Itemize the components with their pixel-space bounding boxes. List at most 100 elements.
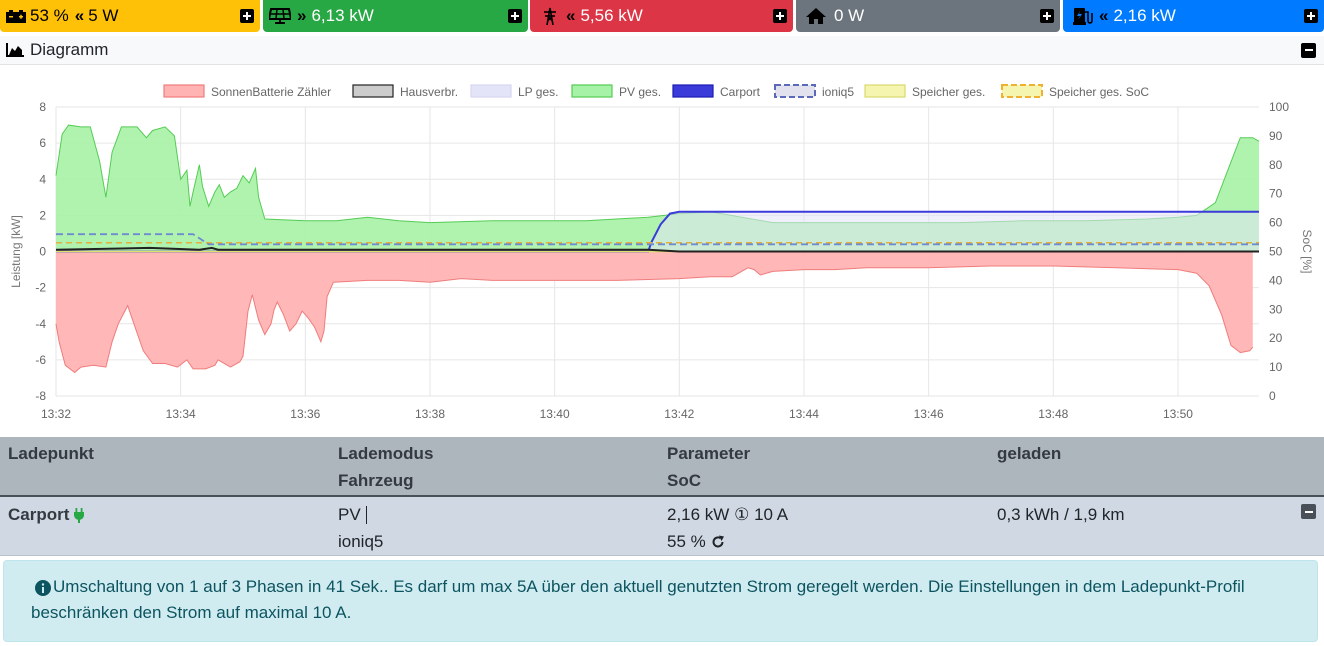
grid-power: 5,56 kW (580, 6, 643, 25)
legend-label: Carport (720, 85, 761, 99)
power-chart-svg: 86420-2-4-6-8100908070605040302010013:32… (9, 84, 1314, 421)
legend-label: SonnenBatterie Zähler (211, 85, 331, 99)
home-icon (806, 7, 826, 25)
refresh-icon[interactable] (711, 535, 725, 549)
x-tick-label: 13:32 (41, 407, 71, 421)
legend-label: LP ges. (518, 85, 558, 99)
y2-tick-label: 100 (1269, 100, 1289, 114)
y-tick-label: 0 (39, 245, 46, 259)
x-tick-label: 13:40 (540, 407, 570, 421)
pv-tile[interactable]: » 6,13 kW (263, 0, 528, 32)
chargepoint-power: 2,16 kW (1113, 6, 1176, 25)
legend-swatch (470, 84, 512, 98)
x-tick-label: 13:44 (789, 407, 819, 421)
y2-tick-label: 40 (1269, 273, 1283, 287)
y2-tick-label: 70 (1269, 187, 1283, 201)
x-tick-label: 13:50 (1163, 407, 1193, 421)
y2-tick-label: 90 (1269, 129, 1283, 143)
legend-swatch (672, 84, 714, 98)
legend-swatch (864, 84, 906, 98)
y-tick-label: 4 (39, 172, 46, 186)
info-circle-icon (35, 580, 51, 596)
x-tick-label: 13:42 (664, 407, 694, 421)
y-tick-label: -2 (35, 281, 46, 295)
battery-icon (6, 9, 26, 23)
mode-cell[interactable]: PV (338, 505, 367, 525)
legend-swatch (571, 84, 613, 98)
expand-plus-icon[interactable] (508, 9, 522, 23)
battery-tile[interactable]: 53 % « 5 W (0, 0, 260, 32)
legend-swatch (774, 84, 816, 98)
charge-current: 10 A (754, 505, 789, 524)
battery-power: 5 W (88, 6, 119, 25)
chargepoint-name: Carport (8, 505, 70, 524)
alert-text: Umschaltung von 1 auf 3 Phasen in 41 Sek… (31, 577, 1245, 622)
phases-icon: ① (734, 505, 750, 524)
header-geladen: geladen (997, 444, 1062, 463)
power-tower-icon (542, 7, 558, 25)
charged-energy: 0,3 kWh / 1,9 km (997, 505, 1125, 524)
diagram-header[interactable]: Diagramm (0, 36, 1324, 65)
legend-label: Hausverbr. (400, 85, 458, 99)
diagram-title-wrap: Diagramm (6, 40, 108, 60)
solar-panel-icon (269, 8, 291, 24)
collapse-minus-icon[interactable] (1301, 42, 1316, 58)
table-header: Ladepunkt Lademodus Fahrzeug Parameter S… (0, 437, 1324, 497)
legend-label: PV ges. (619, 85, 661, 99)
x-tick-label: 13:38 (415, 407, 445, 421)
header-soc: SoC (667, 471, 701, 490)
legend-label: Speicher ges. (912, 85, 985, 99)
plug-icon (74, 508, 85, 523)
x-tick-label: 13:48 (1038, 407, 1068, 421)
legend-swatch (163, 84, 205, 98)
discharge-chevron-icon: « (74, 6, 85, 25)
y-axis-label: Leistung [kW] (9, 215, 23, 288)
y-tick-label: 8 (39, 100, 46, 114)
header-ladepunkt: Ladepunkt (8, 444, 94, 463)
y2-tick-label: 20 (1269, 331, 1283, 345)
diagram-title: Diagramm (30, 40, 109, 59)
chargepoint-name-cell[interactable]: Carport (8, 505, 85, 525)
legend-label: Speicher ges. SoC (1049, 85, 1149, 99)
info-alert: Umschaltung von 1 auf 3 Phasen in 41 Sek… (3, 560, 1318, 642)
charge-chevron-icon: « (1099, 6, 1109, 25)
legend-swatch (352, 84, 394, 98)
house-tile[interactable]: 0 W (796, 0, 1060, 32)
x-tick-label: 13:46 (914, 407, 944, 421)
expand-plus-icon[interactable] (773, 9, 787, 23)
table-row[interactable]: Carport PV ioniq5 2,16 kW ① 10 A 55 % 0,… (0, 497, 1324, 556)
battery-meter-series-area (56, 251, 1253, 373)
parameter-cell: 2,16 kW ① 10 A (667, 505, 788, 525)
soc-cell: 55 % (667, 532, 725, 552)
expand-plus-icon[interactable] (1304, 9, 1318, 23)
export-chevron-icon: « (566, 6, 576, 25)
battery-soc: 53 % (30, 6, 69, 25)
house-power: 0 W (834, 6, 865, 25)
y-tick-label: 6 (39, 136, 46, 150)
row-collapse-minus-icon[interactable] (1301, 504, 1316, 519)
header-fahrzeug: Fahrzeug (338, 471, 414, 490)
power-chart: 8 6 4 2 0 -2 -4 -6 -8 100 90 80 70 60 50 40 30 20 10 0 13:32… (0, 72, 1324, 430)
grid-tile[interactable]: « 5,56 kW (530, 0, 793, 32)
y-tick-label: -8 (35, 389, 46, 403)
area-chart-icon (6, 43, 24, 57)
chargepoint-tile[interactable]: « 2,16 kW (1063, 0, 1324, 32)
y2-tick-label: 60 (1269, 216, 1283, 230)
vehicle-name: ioniq5 (338, 532, 384, 551)
expand-plus-icon[interactable] (240, 9, 254, 23)
y-tick-label: -6 (35, 353, 46, 367)
legend-swatch (1001, 84, 1043, 98)
status-bar: 53 % « 5 W » 6,13 kW « 5,56 kW 0 W « 2,1… (0, 0, 1324, 33)
y2-tick-label: 50 (1269, 245, 1283, 259)
charging-station-icon (1073, 7, 1093, 25)
y2-tick-label: 30 (1269, 302, 1283, 316)
x-tick-label: 13:36 (290, 407, 320, 421)
charge-power: 2,16 kW (667, 505, 730, 524)
y2-tick-label: 0 (1269, 389, 1276, 403)
expand-plus-icon[interactable] (1040, 9, 1054, 23)
pv-power: 6,13 kW (311, 6, 374, 25)
y-tick-label: 2 (39, 208, 46, 222)
y2-axis-label: SoC [%] (1300, 229, 1314, 273)
vehicle-soc: 55 % (667, 532, 706, 551)
legend-label: ioniq5 (822, 85, 854, 99)
